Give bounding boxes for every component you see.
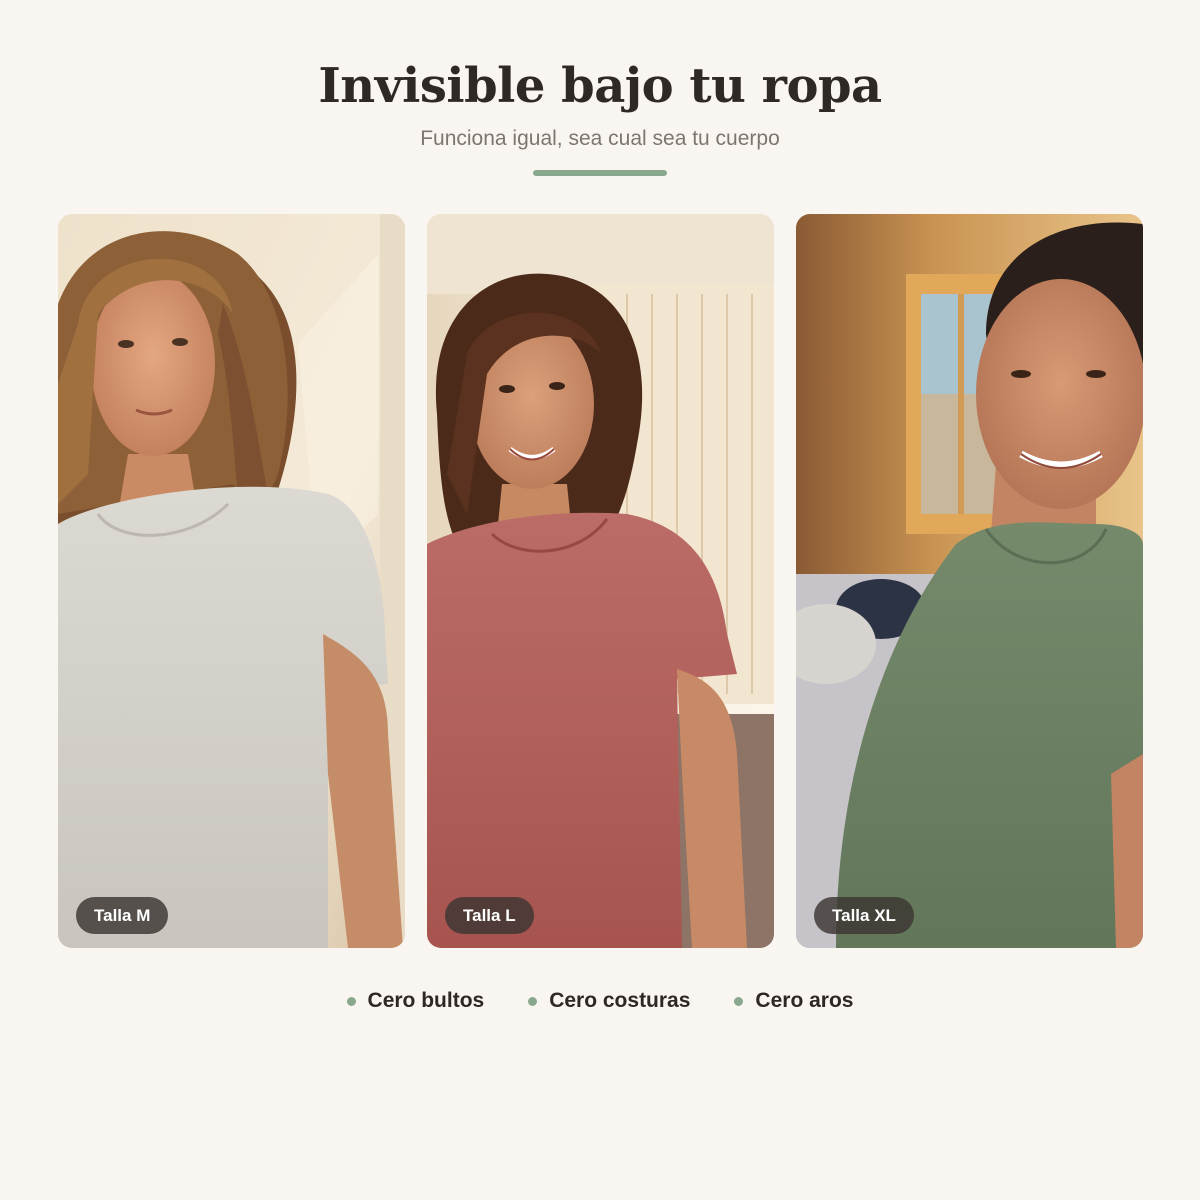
- photo-woman-green-tshirt: [796, 214, 1143, 948]
- photo-woman-rose-tshirt: [427, 214, 774, 948]
- feature-label: Cero aros: [755, 989, 854, 1012]
- section-title: Invisible bajo tu ropa: [318, 58, 882, 114]
- section-subtitle: Funciona igual, sea cual sea tu cuerpo: [420, 127, 780, 150]
- feature-list: Cero bultos Cero costuras Cero aros: [0, 984, 1200, 1018]
- size-badge: Talla L: [445, 897, 534, 934]
- bullet-dot-icon: [346, 996, 356, 1006]
- size-card-m: Talla M: [58, 214, 405, 948]
- size-badge: Talla M: [76, 897, 169, 934]
- feature-label: Cero costuras: [549, 989, 691, 1012]
- size-card-xl: Talla XL: [796, 214, 1143, 948]
- photo-woman-grey-tshirt: [58, 214, 405, 948]
- bullet-dot-icon: [734, 996, 744, 1006]
- size-gallery: Talla M Talla L Talla XL: [58, 214, 1143, 948]
- size-badge: Talla XL: [814, 897, 914, 934]
- feature-item: Cero bultos: [346, 984, 485, 1018]
- feature-item: Cero costuras: [528, 984, 690, 1018]
- bullet-dot-icon: [528, 996, 538, 1006]
- feature-label: Cero bultos: [367, 989, 485, 1012]
- feature-item: Cero aros: [734, 984, 853, 1018]
- size-card-l: Talla L: [427, 214, 774, 948]
- title-divider: [533, 170, 667, 176]
